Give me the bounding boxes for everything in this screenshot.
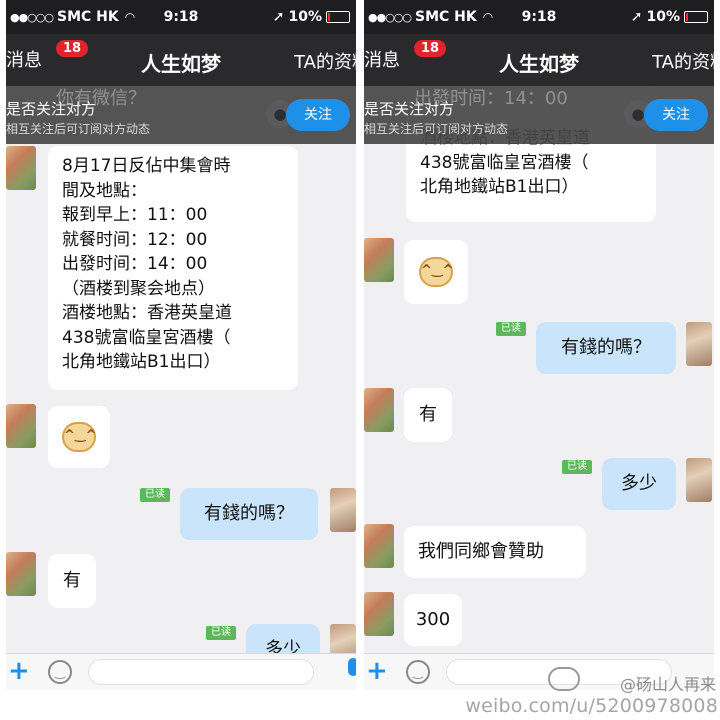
read-tag: 已读	[496, 322, 526, 336]
smiling-face-sticker: ^‿^	[62, 422, 97, 452]
smiling-face-sticker: ^‿^	[419, 257, 454, 287]
avatar[interactable]	[364, 238, 394, 282]
incoming-message-amount: 300	[404, 594, 462, 646]
carrier-label: SMC HK	[57, 9, 119, 25]
carrier-label: SMC HK	[415, 9, 477, 25]
smiley-icon[interactable]: ‿	[406, 660, 430, 684]
watermark-username: @砀山人再来	[619, 675, 716, 694]
outgoing-message-howmuch: 多少	[602, 458, 676, 510]
message-event-details: 8月17日反佔中集會時 間及地點： 報到早上：11：00 就餐时间：12：00 …	[48, 146, 298, 390]
outgoing-message-money: 有錢的嗎？	[536, 322, 676, 374]
avatar[interactable]	[364, 524, 394, 568]
location-arrow-icon: ➚	[630, 9, 643, 25]
avatar[interactable]	[364, 592, 394, 636]
incoming-message-yes: 有	[404, 388, 452, 442]
wifi-icon: ◠	[482, 10, 494, 24]
nav-bar: 消息 18 人生如梦 TA的资料	[364, 34, 714, 86]
follow-button[interactable]: 关注	[644, 99, 708, 131]
plus-icon[interactable]: +	[8, 656, 30, 686]
profile-link[interactable]: TA的资料	[652, 48, 714, 74]
status-right: ➚ 10%	[631, 0, 708, 34]
banner-title: 是否关注对方	[6, 100, 97, 118]
banner-subtitle: 相互关注后可订阅对方动态	[6, 122, 151, 136]
message-input[interactable]	[88, 659, 314, 685]
avatar[interactable]	[364, 388, 394, 432]
read-tag: 已读	[562, 460, 592, 474]
incoming-message-yes: 有	[48, 554, 96, 608]
signal-dots-icon: ●●○○○	[10, 10, 54, 24]
sticker-message: ^‿^	[48, 406, 110, 468]
battery-percent: 10%	[646, 9, 680, 25]
smiley-icon[interactable]: ‿	[48, 660, 72, 684]
screenshot-left: ●●○○○ SMC HK ◠ 9:18 ➚ 10% 消息 18 人生如梦 TA的…	[6, 0, 356, 690]
avatar[interactable]	[6, 404, 36, 448]
status-right: ➚ 10%	[273, 0, 350, 34]
signal-dots-icon: ●●○○○	[368, 10, 412, 24]
profile-link[interactable]: TA的资料	[294, 48, 356, 74]
avatar[interactable]	[6, 146, 36, 190]
read-tag: 已读	[140, 488, 170, 502]
banner-title: 是否关注对方	[364, 100, 455, 118]
status-bar: ●●○○○ SMC HK ◠ 9:18 ➚ 10%	[6, 0, 356, 34]
microphone-icon[interactable]	[348, 658, 356, 676]
screenshot-right: ●●○○○ SMC HK ◠ 9:18 ➚ 10% 消息 18 人生如梦 TA的…	[364, 0, 714, 690]
status-bar: ●●○○○ SMC HK ◠ 9:18 ➚ 10%	[364, 0, 714, 34]
input-toolbar: + ‿	[6, 653, 356, 690]
follow-banner: 你有微信？ 是否关注对方 相互关注后可订阅对方动态 ● 关注	[6, 86, 356, 144]
plus-icon[interactable]: +	[366, 656, 388, 686]
read-tag: 已读	[206, 626, 236, 640]
watermark-url: weibo.com/u/5200978008	[465, 695, 718, 717]
battery-icon	[326, 11, 350, 23]
battery-percent: 10%	[288, 9, 322, 25]
battery-icon	[684, 11, 708, 23]
follow-banner: 出發时间：14：00 是否关注对方 相互关注后可订阅对方动态 ● 关注	[364, 86, 714, 144]
avatar[interactable]	[6, 552, 36, 596]
avatar-self[interactable]	[686, 458, 712, 502]
sticker-message: ^‿^	[404, 240, 468, 304]
nav-bar: 消息 18 人生如梦 TA的资料	[6, 34, 356, 86]
incoming-message-sponsor: 我們同鄉會贊助	[404, 526, 586, 578]
avatar-self[interactable]	[686, 322, 712, 366]
avatar-self[interactable]	[330, 488, 356, 532]
weibo-logo-icon	[548, 667, 580, 691]
location-arrow-icon: ➚	[272, 9, 285, 25]
outgoing-message-money: 有錢的嗎？	[180, 488, 318, 540]
follow-button[interactable]: 关注	[286, 99, 350, 131]
wifi-icon: ◠	[124, 10, 136, 24]
banner-subtitle: 相互关注后可订阅对方动态	[364, 122, 509, 136]
